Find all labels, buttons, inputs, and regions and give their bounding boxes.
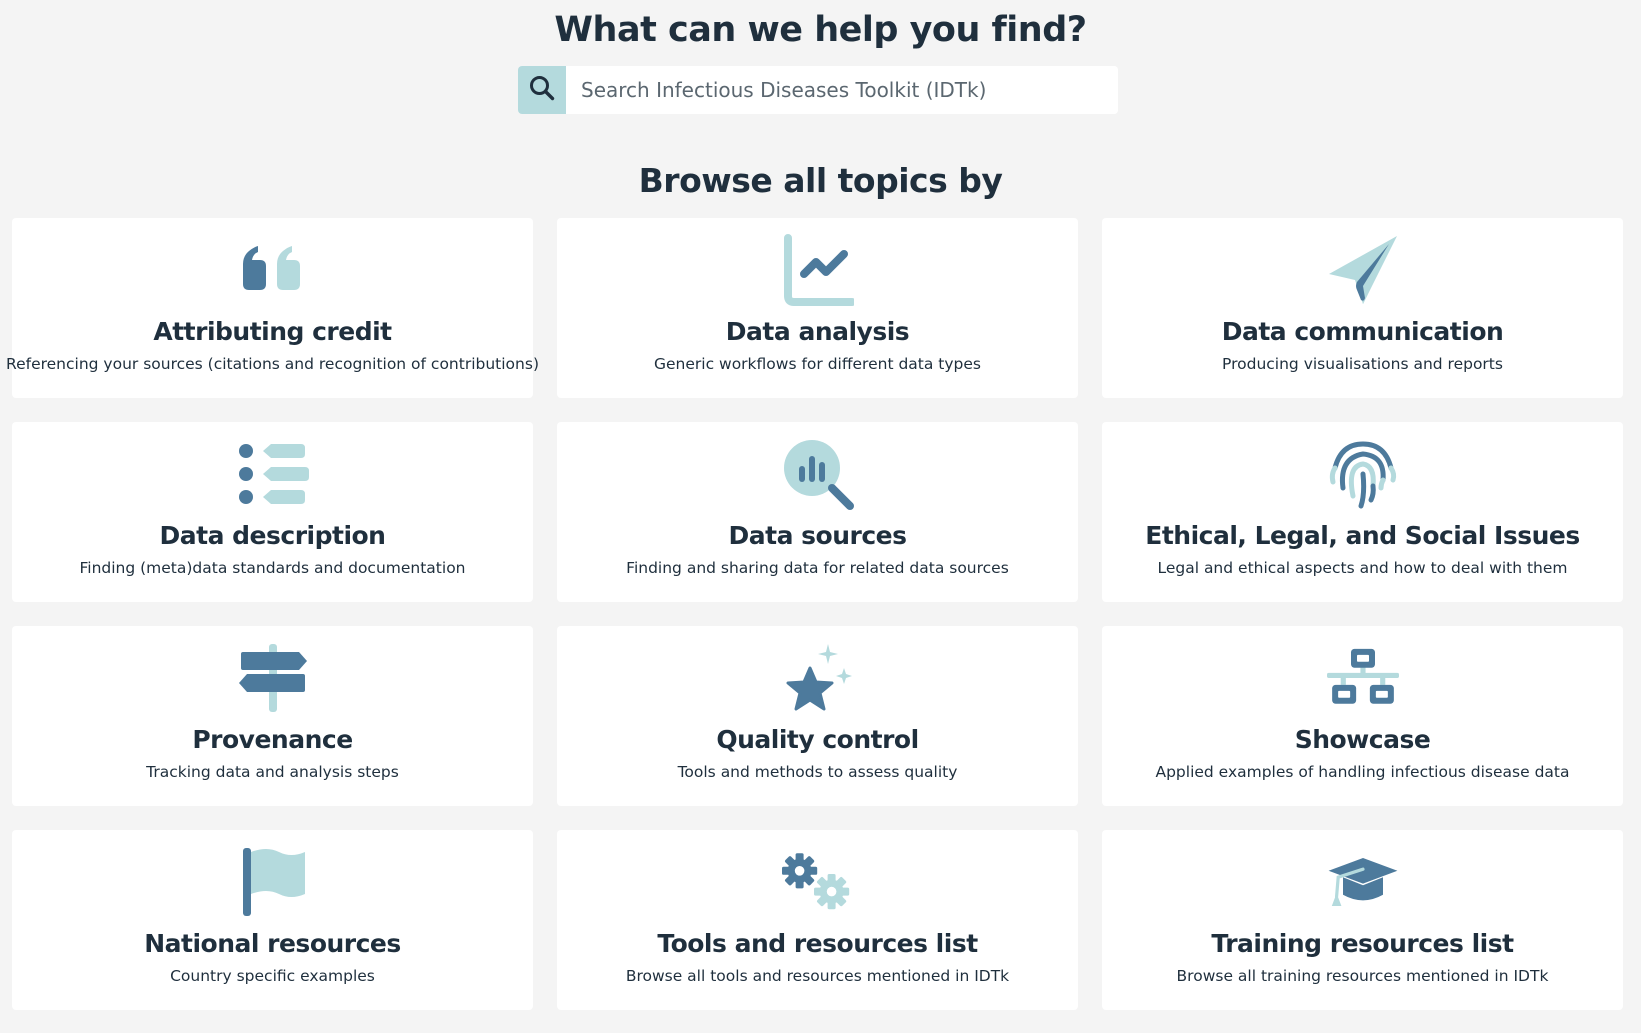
fingerprint-icon bbox=[1327, 438, 1399, 510]
card-description: Browse all training resources mentioned … bbox=[1176, 967, 1549, 985]
card-title: Showcase bbox=[1294, 725, 1431, 754]
topic-card-attributing-credit[interactable]: Attributing credit Referencing your sour… bbox=[6, 218, 539, 398]
graduation-cap-icon bbox=[1327, 846, 1399, 918]
topic-card-data-analysis[interactable]: Data analysis Generic workflows for diff… bbox=[557, 218, 1078, 398]
topic-card-data-description[interactable]: Data description Finding (meta)data stan… bbox=[12, 422, 533, 602]
quote-icon bbox=[237, 234, 309, 306]
card-description: Applied examples of handling infectious … bbox=[1155, 763, 1570, 781]
browse-title: Browse all topics by bbox=[638, 161, 1003, 200]
card-description: Finding and sharing data for related dat… bbox=[626, 559, 1009, 577]
card-description: Legal and ethical aspects and how to dea… bbox=[1157, 559, 1568, 577]
card-description: Tools and methods to assess quality bbox=[677, 763, 958, 781]
card-description: Browse all tools and resources mentioned… bbox=[625, 967, 1010, 985]
flag-icon bbox=[237, 846, 309, 918]
magnifier-chart-icon bbox=[782, 438, 854, 510]
card-title: Attributing credit bbox=[153, 317, 392, 346]
topic-card-data-sources[interactable]: Data sources Finding and sharing data fo… bbox=[557, 422, 1078, 602]
search-bar bbox=[518, 66, 1118, 114]
topic-card-elsi[interactable]: Ethical, Legal, and Social Issues Legal … bbox=[1102, 422, 1623, 602]
topic-card-provenance[interactable]: Provenance Tracking data and analysis st… bbox=[12, 626, 533, 806]
card-description: Tracking data and analysis steps bbox=[146, 763, 399, 781]
signpost-icon bbox=[237, 642, 309, 714]
card-title: Data communication bbox=[1221, 317, 1504, 346]
topic-card-training-resources[interactable]: Training resources list Browse all train… bbox=[1102, 830, 1623, 1010]
sitemap-icon bbox=[1326, 642, 1399, 714]
topic-card-quality-control[interactable]: Quality control Tools and methods to ass… bbox=[557, 626, 1078, 806]
card-title: Quality control bbox=[716, 725, 919, 754]
line-chart-icon bbox=[782, 234, 854, 306]
topic-card-showcase[interactable]: Showcase Applied examples of handling in… bbox=[1102, 626, 1623, 806]
card-title: Ethical, Legal, and Social Issues bbox=[1145, 521, 1580, 550]
card-description: Finding (meta)data standards and documen… bbox=[79, 559, 466, 577]
card-title: Provenance bbox=[192, 725, 353, 754]
card-title: Data description bbox=[159, 521, 386, 550]
card-title: Data analysis bbox=[725, 317, 910, 346]
topic-card-data-communication[interactable]: Data communication Producing visualisati… bbox=[1102, 218, 1623, 398]
card-description: Generic workflows for different data typ… bbox=[653, 355, 981, 373]
card-description: Producing visualisations and reports bbox=[1222, 355, 1503, 373]
card-title: National resources bbox=[144, 929, 401, 958]
gears-icon bbox=[781, 846, 854, 918]
card-description: Referencing your sources (citations and … bbox=[6, 355, 539, 373]
topic-card-tools-resources[interactable]: Tools and resources list Browse all tool… bbox=[557, 830, 1078, 1010]
search-input[interactable] bbox=[566, 66, 1118, 114]
card-title: Data sources bbox=[728, 521, 907, 550]
list-icon bbox=[237, 438, 309, 510]
card-title: Tools and resources list bbox=[657, 929, 978, 958]
topic-grid: Attributing credit Referencing your sour… bbox=[6, 218, 1624, 1010]
card-title: Training resources list bbox=[1211, 929, 1514, 958]
search-icon bbox=[528, 74, 556, 106]
star-sparkle-icon bbox=[782, 642, 854, 714]
page-title: What can we help you find? bbox=[554, 10, 1087, 50]
search-button[interactable] bbox=[518, 66, 566, 114]
paper-plane-icon bbox=[1327, 234, 1399, 306]
topic-card-national-resources[interactable]: National resources Country specific exam… bbox=[12, 830, 533, 1010]
card-description: Country specific examples bbox=[170, 967, 375, 985]
